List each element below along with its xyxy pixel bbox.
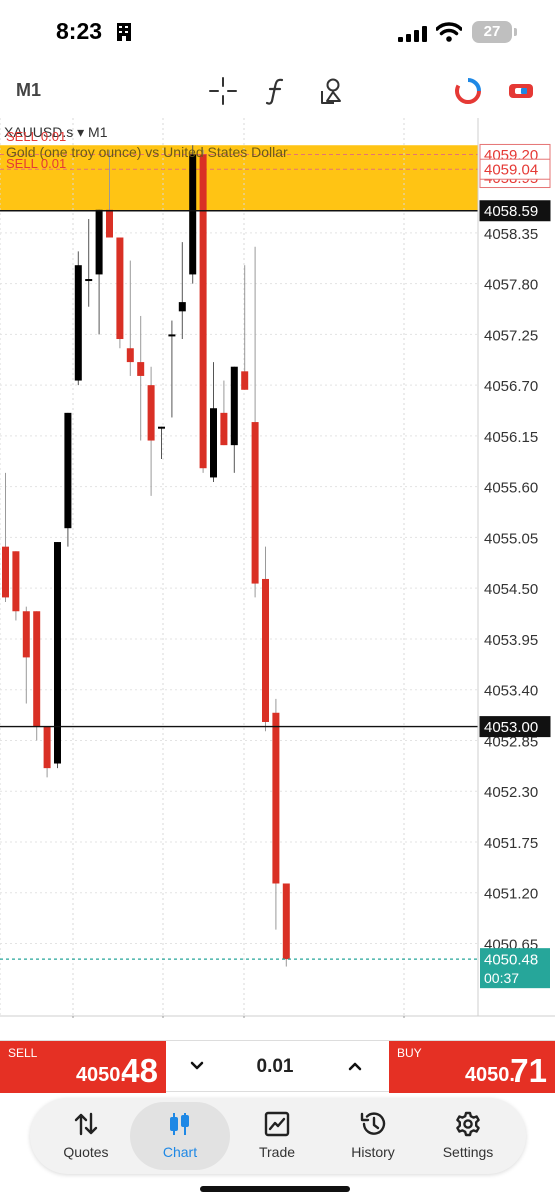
nav-label: Chart: [162, 1144, 198, 1160]
order-label[interactable]: SELL 0.01: [6, 156, 66, 171]
candle-body: [43, 726, 51, 769]
history-icon: [360, 1112, 386, 1135]
candle-body: [116, 237, 124, 340]
chart-toolbar: M1: [0, 66, 555, 116]
candle-body: [95, 209, 103, 275]
price-tick-label: 4051.75: [484, 835, 538, 852]
chart-icon: [170, 1113, 189, 1135]
candle-body: [251, 422, 259, 584]
sell-price-pips: 48: [121, 1052, 158, 1089]
nav-label: Trade: [258, 1144, 296, 1160]
candle-body: [54, 542, 61, 764]
price-tick-label: 4052.30: [484, 784, 538, 801]
indicators-icon[interactable]: [262, 76, 292, 106]
crosshair-icon[interactable]: [208, 76, 238, 106]
timeframe-selector[interactable]: M1: [16, 80, 41, 101]
price-tick-label: 4051.20: [484, 886, 538, 903]
countdown-label: 00:37: [484, 970, 519, 986]
price-tick-label: 4053.40: [484, 683, 538, 700]
price-tick-label: 4058.35: [484, 226, 538, 243]
candle-body: [2, 546, 9, 598]
buy-price-main: 4050.: [464, 1064, 515, 1086]
candle-body: [272, 712, 280, 884]
chevron-down-icon[interactable]: [186, 1055, 208, 1077]
nav-quotes[interactable]: Quotes: [36, 1102, 136, 1170]
settings-icon: [456, 1111, 480, 1137]
level-price-tag: 4053.00: [484, 719, 538, 736]
candle-body: [189, 154, 197, 275]
battery-icon: 27: [472, 21, 512, 43]
price-tick-label: 4057.25: [484, 327, 538, 344]
candle-body: [12, 551, 20, 612]
candle-body: [126, 348, 134, 363]
buy-button[interactable]: BUY 4050. 71: [389, 1041, 555, 1093]
status-bar: 8:23 27: [0, 0, 555, 66]
battery-cap: [514, 28, 517, 36]
candle-body: [168, 334, 176, 337]
sell-price-main: 4050.: [75, 1064, 126, 1086]
sell-button[interactable]: SELL 4050. 48: [0, 1041, 166, 1093]
level-price-tag: 4058.59: [484, 203, 538, 220]
nav-label: Settings: [442, 1144, 494, 1160]
one-click-trade-panel: SELL 4050. 48 0.01 BUY 4050. 71: [0, 1040, 555, 1093]
order-price-tag: 4059.04: [484, 162, 538, 179]
candle-body: [220, 412, 228, 446]
home-indicator: [200, 1186, 350, 1192]
candle-body: [282, 883, 290, 960]
building-icon: [117, 23, 131, 41]
candle-body: [106, 209, 113, 238]
candle-body: [33, 611, 41, 727]
one-click-trading-icon[interactable]: [453, 76, 483, 106]
chevron-up-icon[interactable]: [344, 1055, 366, 1077]
bottom-navigation: Quotes Chart Trade History Settings: [30, 1098, 526, 1174]
buy-price-pips: 71: [510, 1052, 547, 1089]
candle-body: [147, 385, 155, 441]
candle-body: [210, 408, 217, 478]
candle-body: [158, 426, 165, 429]
candle-body: [22, 611, 30, 658]
candle-body: [262, 578, 269, 722]
sell-label: SELL: [8, 1046, 38, 1060]
nav-label: Quotes: [63, 1144, 109, 1160]
nav-history[interactable]: History: [323, 1102, 423, 1170]
clock: 8:23: [56, 18, 103, 44]
signal-icon: [398, 26, 427, 42]
buy-label: BUY: [397, 1046, 422, 1060]
candle-body: [178, 302, 186, 312]
candle-body: [137, 362, 145, 376]
price-tick-label: 4053.95: [484, 632, 538, 649]
candle-body: [64, 412, 72, 529]
trade-toggle-icon[interactable]: [506, 76, 536, 106]
candle-body: [74, 265, 82, 381]
order-label[interactable]: SELL 0.01: [6, 129, 66, 144]
nav-chart[interactable]: Chart: [130, 1102, 230, 1170]
trade-icon: [264, 1111, 290, 1137]
volume-value[interactable]: 0.01: [240, 1056, 310, 1078]
candle-body: [85, 279, 93, 282]
objects-icon[interactable]: [316, 76, 346, 106]
candle-body: [241, 371, 249, 390]
price-tick-label: 4056.70: [484, 378, 538, 395]
candle-body: [199, 154, 207, 469]
nav-settings[interactable]: Settings: [418, 1102, 518, 1170]
bid-price-tag: 4050.48: [484, 952, 538, 969]
wifi-icon: [436, 22, 462, 42]
price-tick-label: 4054.50: [484, 581, 538, 598]
nav-trade[interactable]: Trade: [227, 1102, 327, 1170]
price-tick-label: 4057.80: [484, 277, 538, 294]
price-tick-label: 4055.60: [484, 480, 538, 497]
chart-canvas[interactable]: 4058.35 4057.80 4057.25 4056.70 4056.15 4055.…: [0, 118, 555, 1018]
price-tick-label: 4055.05: [484, 530, 538, 547]
candle-body: [230, 366, 238, 446]
nav-label: History: [351, 1144, 395, 1160]
quotes-icon: [74, 1112, 98, 1136]
price-chart[interactable]: 4058.35 4057.80 4057.25 4056.70 4056.15 4055.…: [0, 118, 555, 1018]
price-tick-label: 4056.15: [484, 429, 538, 446]
